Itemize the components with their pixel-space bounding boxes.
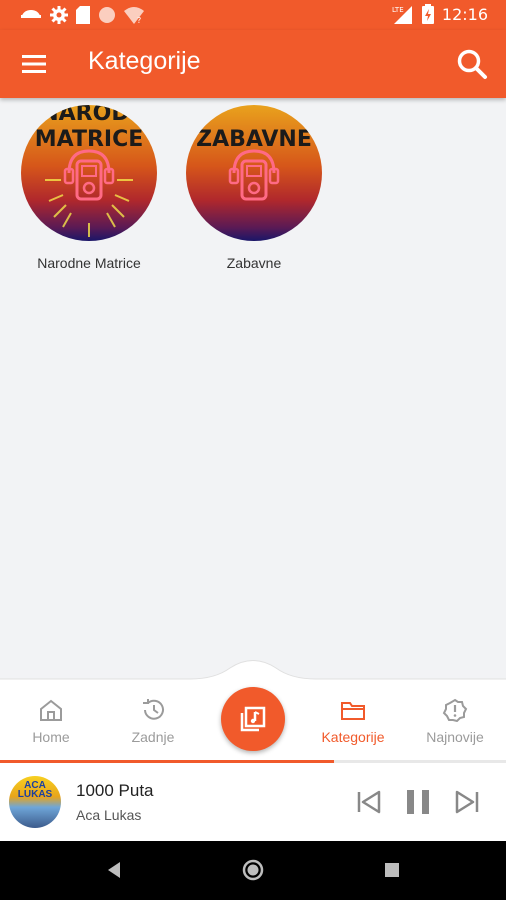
settings-icon <box>50 6 68 24</box>
battery-icon <box>421 4 434 24</box>
pause-icon[interactable] <box>403 787 433 817</box>
network-label: LTE <box>392 6 404 14</box>
mp3-player-headphones-icon <box>45 149 133 237</box>
song-title: 1000 Puta <box>76 781 154 800</box>
mini-player[interactable]: ACA LUKAS 1000 Puta Aca Lukas <box>0 763 506 841</box>
mp3-player-headphones-icon <box>228 149 280 201</box>
nav-item-najnovije[interactable]: Najnovije <box>407 698 503 745</box>
album-art-text: ACA LUKAS <box>17 780 53 800</box>
nav-label: Home <box>32 729 70 745</box>
category-item-narodne-matrice[interactable]: NARODI MATRICE Narodne Matrice <box>21 105 157 271</box>
back-icon[interactable] <box>104 860 124 880</box>
signal-icon: LTE <box>392 6 412 24</box>
next-track-icon[interactable] <box>452 787 482 817</box>
nav-label: Najnovije <box>426 729 484 745</box>
svg-text:?: ? <box>137 16 141 24</box>
new-alert-icon <box>442 698 468 723</box>
page-title: Kategorije <box>88 47 201 75</box>
nav-label: Zadnje <box>131 729 175 745</box>
system-navigation-bar <box>0 841 506 900</box>
category-item-zabavne[interactable]: ZABAVNE Zabavne <box>186 105 322 271</box>
bottom-navigation: Home Zadnje Kategorije Najnovije <box>0 650 506 762</box>
category-image: NARODI MATRICE <box>21 105 157 241</box>
home-icon <box>40 699 62 721</box>
circle-icon <box>99 7 115 23</box>
category-label: Zabavne <box>226 255 282 271</box>
category-image: ZABAVNE <box>186 105 322 241</box>
album-art: ACA LUKAS <box>9 776 61 828</box>
category-label: Narodne Matrice <box>37 255 141 271</box>
music-library-icon <box>240 706 266 732</box>
previous-track-icon[interactable] <box>354 787 384 817</box>
android-icon <box>21 10 41 24</box>
history-icon <box>143 699 164 720</box>
status-bar-system-icons: LTE 12:16 <box>392 4 488 24</box>
home-circle-icon[interactable] <box>242 859 264 881</box>
recents-icon[interactable] <box>384 862 400 878</box>
wifi-question-icon: ? <box>124 7 144 24</box>
search-icon[interactable] <box>456 48 488 80</box>
app-bar: Kategorije <box>0 30 506 98</box>
center-music-button[interactable] <box>221 687 285 751</box>
status-time: 12:16 <box>441 4 488 24</box>
status-bar-notification-icons: ? <box>20 5 144 25</box>
nav-item-kategorije[interactable]: Kategorije <box>305 698 401 745</box>
folder-icon <box>341 702 365 720</box>
sd-card-icon <box>76 6 90 24</box>
nav-item-zadnje[interactable]: Zadnje <box>105 698 201 745</box>
hamburger-menu-icon[interactable] <box>22 53 48 75</box>
artist-name: Aca Lukas <box>76 807 142 823</box>
nav-item-home[interactable]: Home <box>3 698 99 745</box>
nav-label: Kategorije <box>321 729 385 745</box>
status-bar: ? LTE 12:16 <box>0 0 506 30</box>
